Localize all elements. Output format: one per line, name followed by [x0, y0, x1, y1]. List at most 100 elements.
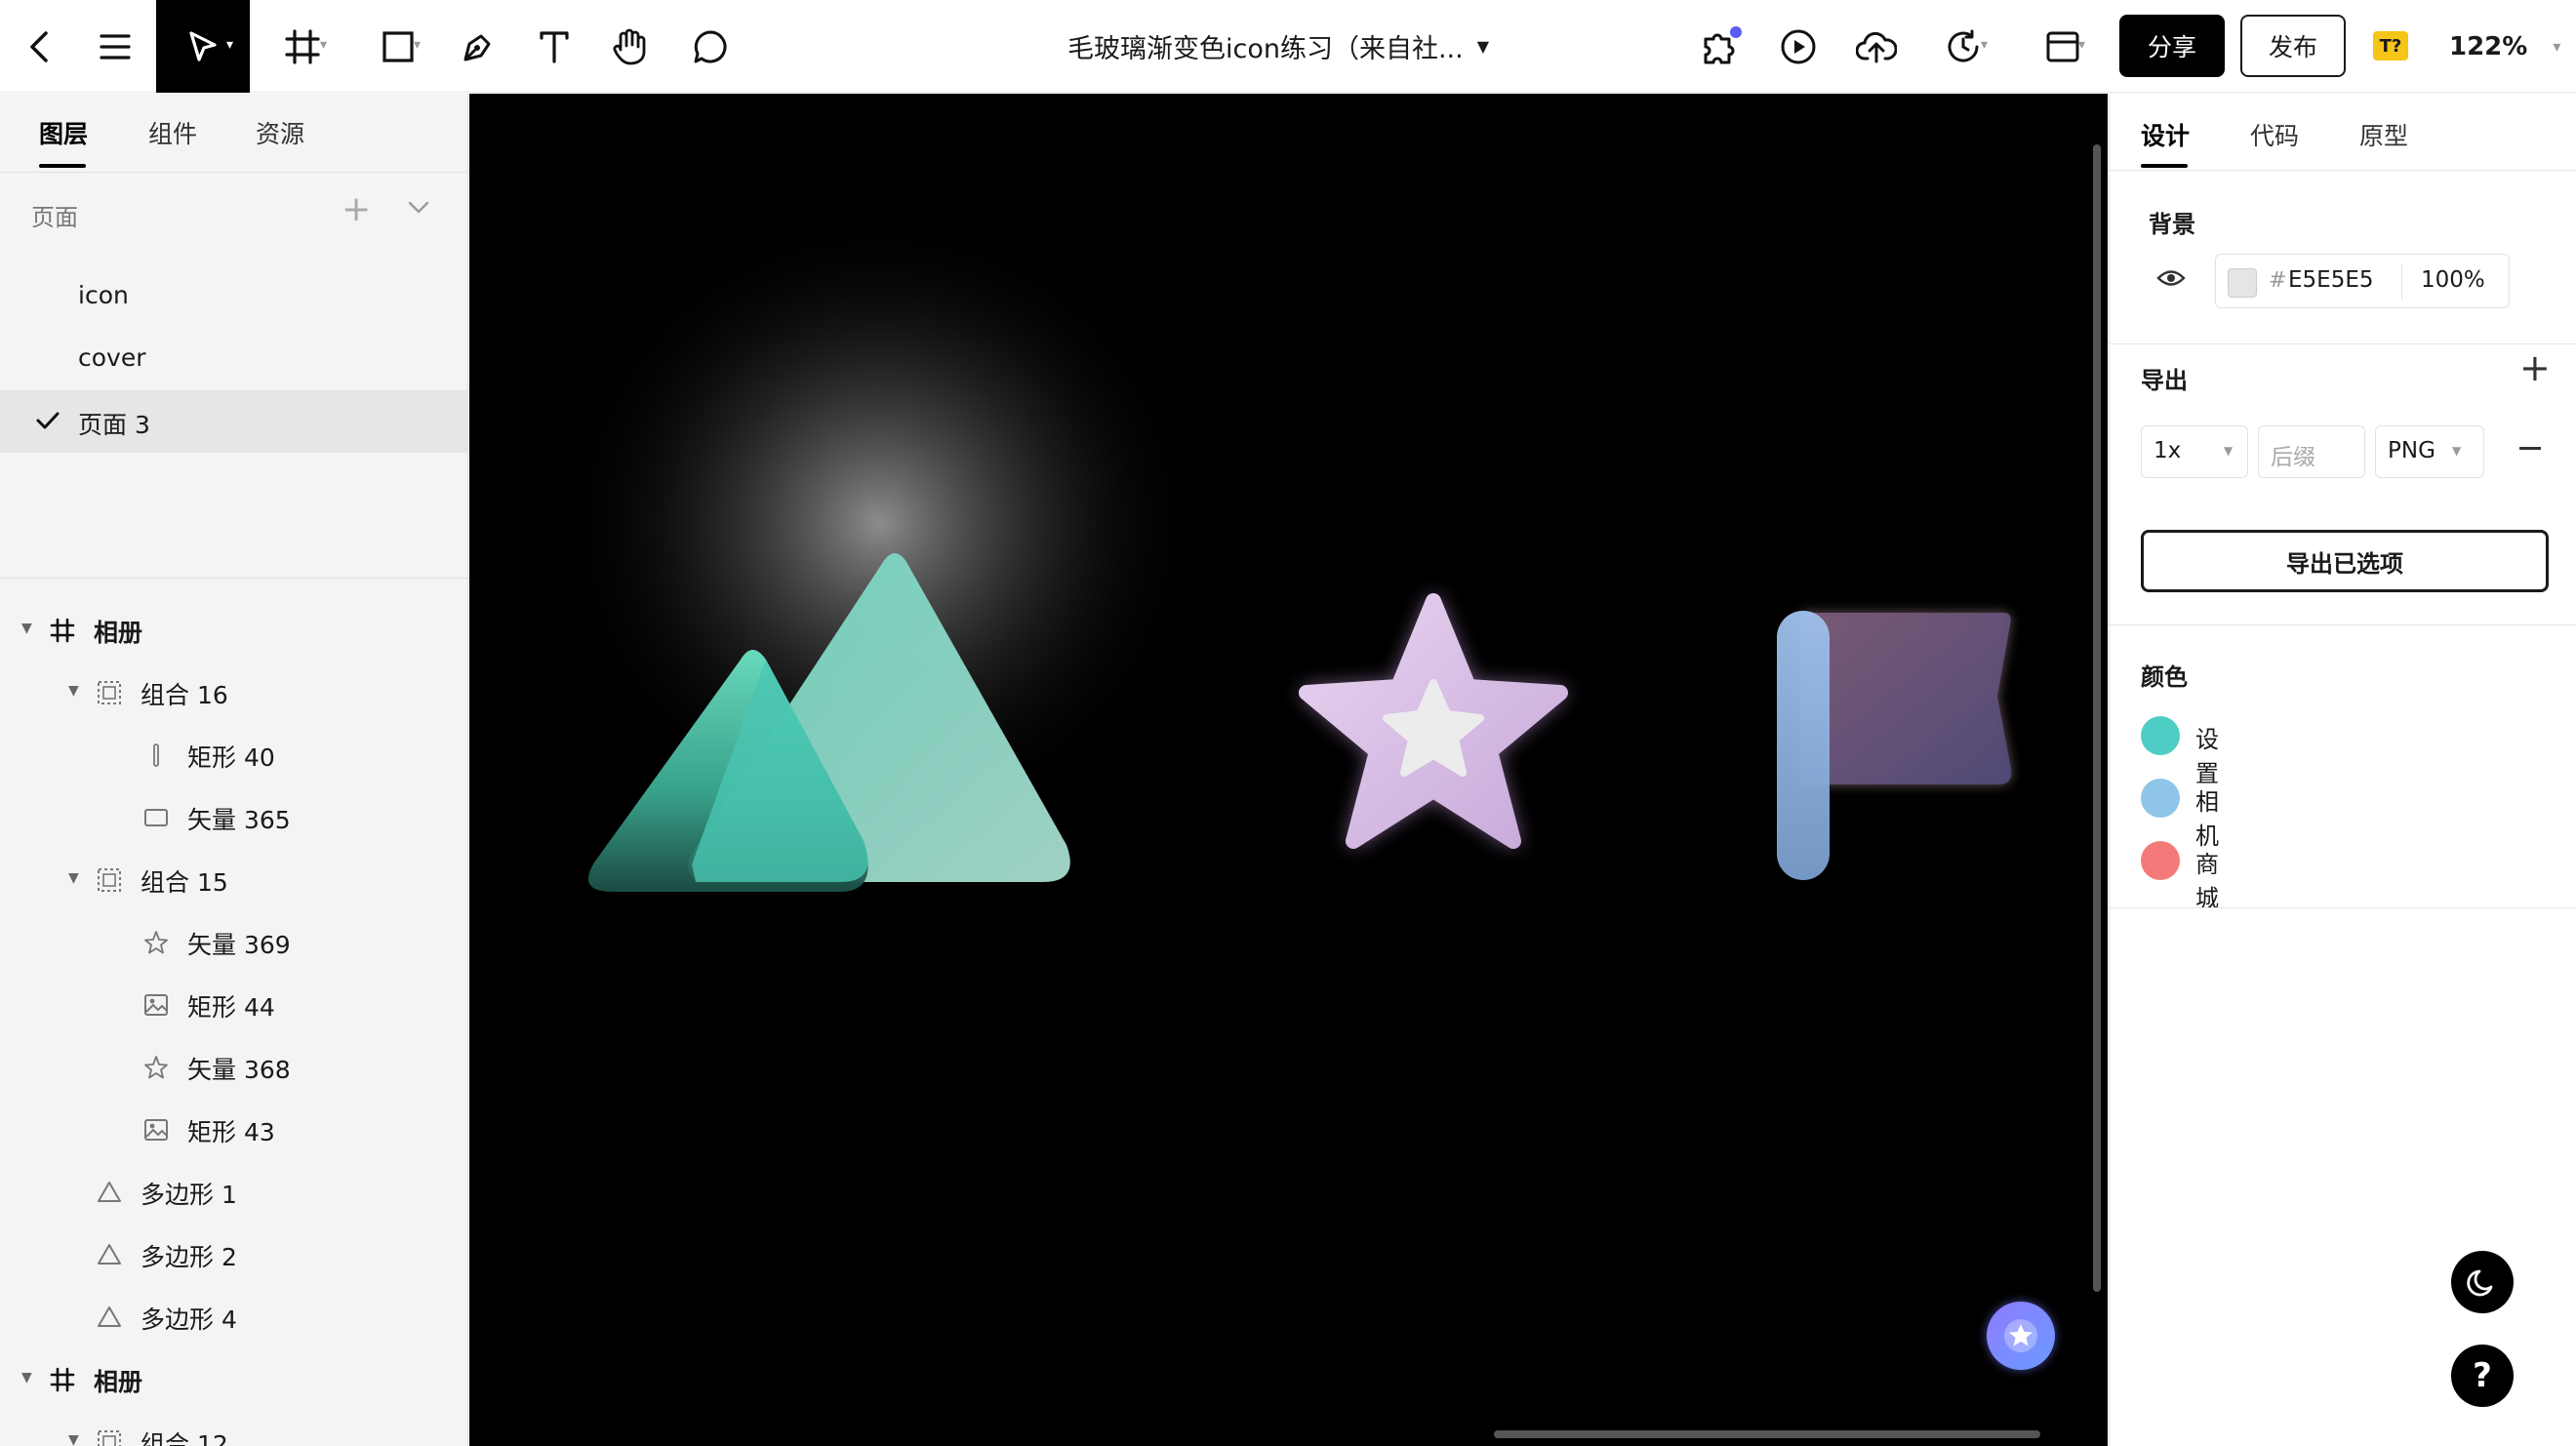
- page-item-page-3[interactable]: 页面 3: [0, 390, 467, 453]
- ai-assistant-button[interactable]: [1987, 1302, 2055, 1370]
- layout-panel-icon: [2046, 31, 2079, 61]
- share-button[interactable]: 分享: [2119, 15, 2225, 77]
- colors-section-title: 颜色: [2141, 663, 2188, 691]
- dark-mode-toggle[interactable]: [2451, 1251, 2514, 1313]
- layer-row[interactable]: 多边形 1: [0, 1161, 467, 1224]
- flag-glass-icon[interactable]: [1777, 611, 2012, 880]
- triangle-outline-icon: [96, 1179, 123, 1206]
- panel-divider: [2110, 343, 2576, 344]
- export-section-title: 导出: [2141, 367, 2188, 394]
- move-tool-button[interactable]: ▾: [156, 0, 250, 93]
- layer-row[interactable]: 矩形 43: [0, 1099, 467, 1161]
- left-panel-tabs: 图层 组件 资源: [0, 94, 467, 172]
- tab-design[interactable]: 设计: [2141, 117, 2190, 152]
- layer-row[interactable]: ▼ 组合 12: [0, 1411, 467, 1446]
- frame-tool-button[interactable]: ▾: [271, 0, 334, 93]
- expand-caret-icon[interactable]: ▼: [68, 683, 79, 699]
- main-menu-button[interactable]: [94, 0, 137, 93]
- comment-tool-button[interactable]: [689, 0, 732, 93]
- export-suffix-input[interactable]: 后缀: [2258, 425, 2365, 478]
- tab-code[interactable]: 代码: [2250, 117, 2299, 152]
- plugins-button[interactable]: [1698, 0, 1745, 93]
- canvas-artwork: [557, 211, 2012, 892]
- play-prototype-button[interactable]: [1778, 0, 1819, 93]
- layer-row[interactable]: 矩形 40: [0, 724, 467, 786]
- expand-caret-icon[interactable]: ▼: [21, 621, 32, 636]
- help-button[interactable]: ?: [2451, 1345, 2514, 1407]
- chevron-down-icon: ▾: [2553, 37, 2561, 56]
- image-icon: [142, 1116, 170, 1144]
- export-format-select[interactable]: PNG ▼: [2375, 425, 2484, 478]
- opacity-input[interactable]: 100%: [2421, 267, 2485, 293]
- document-title: 毛玻璃渐变色icon练习（来自社...: [1067, 34, 1464, 64]
- star-glass-icon[interactable]: [1299, 593, 1568, 849]
- pen-tool-button[interactable]: [459, 0, 498, 93]
- upload-button[interactable]: [1854, 0, 1899, 93]
- remove-export-icon[interactable]: [2519, 447, 2541, 450]
- layer-row[interactable]: 矩形 44: [0, 974, 467, 1036]
- publish-button[interactable]: 发布: [2240, 15, 2346, 77]
- font-missing-badge[interactable]: T?: [2373, 31, 2408, 60]
- color-dot: [2141, 841, 2180, 880]
- layer-row[interactable]: ▼ 相册: [0, 1348, 467, 1411]
- hex-value-input[interactable]: E5E5E5: [2288, 267, 2374, 293]
- color-style-label: 设置: [2195, 726, 2219, 787]
- layout-button[interactable]: ▾: [2033, 0, 2092, 93]
- layer-row[interactable]: 多边形 4: [0, 1286, 467, 1348]
- layer-row[interactable]: ▼ 组合 15: [0, 849, 467, 911]
- frame-icon: [49, 1366, 76, 1393]
- chevron-down-icon[interactable]: [406, 194, 431, 223]
- design-canvas[interactable]: [469, 94, 2108, 1446]
- layer-row[interactable]: ▼ 相册: [0, 599, 467, 662]
- history-button[interactable]: ▾: [1934, 0, 1992, 93]
- tab-components[interactable]: 组件: [148, 115, 197, 150]
- layer-row[interactable]: ▼ 组合 16: [0, 662, 467, 724]
- star-outline-icon: [142, 1054, 170, 1081]
- layer-label: 组合 15: [141, 868, 228, 897]
- expand-caret-icon[interactable]: ▼: [21, 1370, 32, 1386]
- star-badge-icon: [2004, 1319, 2037, 1352]
- text-tool-button[interactable]: [535, 0, 574, 93]
- document-title-dropdown[interactable]: 毛玻璃渐变色icon练习（来自社... ▼: [1067, 0, 1489, 93]
- hand-tool-button[interactable]: [609, 0, 652, 93]
- eye-visibility-icon[interactable]: [2156, 267, 2186, 289]
- vertical-scrollbar[interactable]: [2093, 144, 2101, 1292]
- add-export-icon[interactable]: +: [2519, 349, 2551, 386]
- page-item-cover[interactable]: cover: [0, 328, 467, 390]
- export-suffix-placeholder: 后缀: [2271, 445, 2315, 470]
- pages-label: 页面: [31, 204, 78, 231]
- checkmark-icon: [36, 412, 60, 429]
- layer-label: 矩形 40: [187, 743, 275, 772]
- zoom-dropdown[interactable]: 122% ▾: [2449, 0, 2560, 93]
- layer-row[interactable]: 矢量 368: [0, 1036, 467, 1099]
- add-page-icon[interactable]: +: [342, 192, 371, 227]
- back-button[interactable]: [14, 0, 64, 93]
- background-color-field[interactable]: # E5E5E5 100%: [2215, 254, 2510, 308]
- layer-row[interactable]: 矢量 365: [0, 786, 467, 849]
- export-scale-select[interactable]: 1x ▼: [2141, 425, 2248, 478]
- page-item-label: icon: [78, 281, 129, 309]
- history-clock-icon: [1948, 29, 1979, 61]
- mountain-glass-icon[interactable]: [557, 211, 1201, 892]
- page-item-icon[interactable]: icon: [0, 265, 467, 328]
- horizontal-scrollbar[interactable]: [1494, 1430, 2040, 1438]
- expand-caret-icon[interactable]: ▼: [68, 1432, 79, 1446]
- tab-prototype[interactable]: 原型: [2359, 117, 2408, 152]
- pen-tool-icon: [463, 34, 491, 60]
- layer-label: 多边形 4: [141, 1305, 237, 1334]
- group-icon: [96, 866, 123, 894]
- tab-layers[interactable]: 图层: [39, 115, 88, 150]
- shape-tool-button[interactable]: ▾: [367, 0, 429, 93]
- panel-divider: [2110, 907, 2576, 908]
- layer-row[interactable]: 多边形 2: [0, 1224, 467, 1286]
- color-swatch[interactable]: [2228, 268, 2257, 298]
- layer-label: 矩形 43: [187, 1118, 275, 1146]
- export-selected-button[interactable]: 导出已选项: [2141, 530, 2549, 592]
- color-style-label: 商城: [2195, 851, 2219, 912]
- caret-down-icon: ▾: [414, 37, 422, 53]
- caret-down-icon: ▾: [320, 37, 328, 53]
- layer-row[interactable]: 矢量 369: [0, 911, 467, 974]
- layer-label: 多边形 2: [141, 1243, 237, 1271]
- tab-assets[interactable]: 资源: [256, 115, 304, 150]
- expand-caret-icon[interactable]: ▼: [68, 870, 79, 886]
